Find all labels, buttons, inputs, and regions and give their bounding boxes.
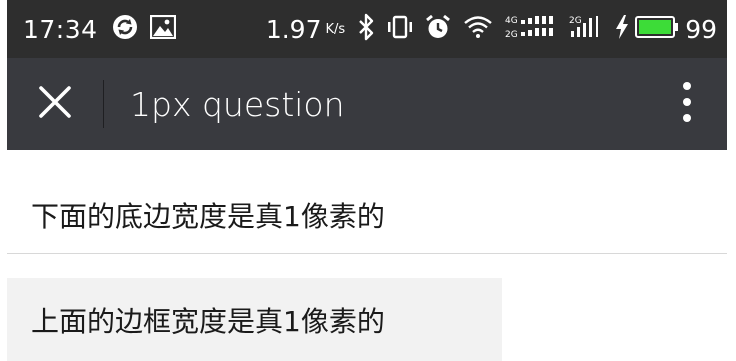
svg-text:2G: 2G xyxy=(569,16,582,26)
battery-level: 99 xyxy=(685,14,717,44)
svg-text:4G: 4G xyxy=(505,16,518,26)
close-button[interactable] xyxy=(7,58,103,150)
title-divider xyxy=(103,80,104,128)
svg-text:2G: 2G xyxy=(505,30,518,40)
more-options-button[interactable] xyxy=(657,58,717,150)
alarm-icon xyxy=(425,14,451,44)
more-vertical-icon xyxy=(682,82,692,126)
close-icon xyxy=(38,85,72,123)
top-border-item: 上面的边框宽度是真1像素的 xyxy=(7,278,502,361)
screen: 17:34 1.97 K/s 4G 2G 2G 99 1px question … xyxy=(0,0,736,361)
image-icon xyxy=(149,14,176,43)
wifi-icon xyxy=(463,15,493,43)
vibrate-icon xyxy=(387,14,413,44)
signal-icon-2g: 2G xyxy=(569,13,603,45)
page-title: 1px question xyxy=(130,84,345,124)
bluetooth-icon xyxy=(357,13,375,45)
clock: 17:34 xyxy=(23,14,98,44)
network-speed-unit: K/s xyxy=(325,21,346,37)
network-speed: 1.97 xyxy=(265,14,322,44)
title-bar: 1px question xyxy=(7,58,727,150)
bottom-border-item: 下面的底边宽度是真1像素的 xyxy=(7,176,727,254)
status-bar: 17:34 1.97 K/s 4G 2G 2G 99 xyxy=(7,0,727,58)
sync-icon xyxy=(112,14,138,44)
battery-icon xyxy=(635,15,679,43)
signal-icon-4g: 4G 2G xyxy=(505,13,557,45)
charging-icon xyxy=(615,14,629,44)
